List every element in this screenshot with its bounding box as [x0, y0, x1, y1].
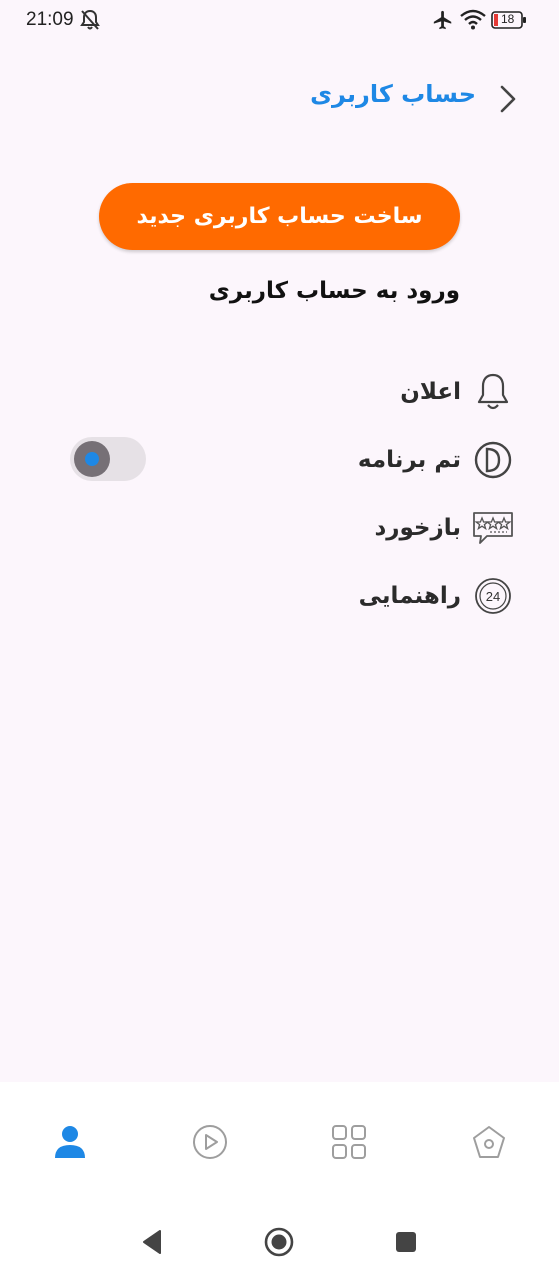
nav-categories[interactable] — [327, 1122, 371, 1166]
settings-item-label: بازخورد — [374, 515, 461, 541]
nav-home[interactable] — [467, 1122, 511, 1166]
bottom-nav — [0, 1082, 559, 1208]
triangle-back-icon — [140, 1229, 164, 1259]
settings-item-notification[interactable]: اعلان — [400, 368, 515, 416]
settings-item-label: راهنمایی — [358, 583, 461, 609]
feedback-icon — [471, 506, 515, 550]
system-back-button[interactable] — [136, 1228, 168, 1260]
settings-item-theme[interactable]: تم برنامه — [358, 436, 515, 484]
toggle-dot — [85, 452, 99, 466]
nav-video[interactable] — [188, 1122, 232, 1166]
circle-home-icon — [263, 1226, 295, 1262]
notifications-off-icon — [80, 9, 100, 31]
system-nav-bar — [0, 1208, 559, 1280]
create-account-button[interactable]: ساخت حساب کاربری جدید — [99, 183, 460, 250]
back-chevron-icon[interactable] — [496, 84, 520, 114]
settings-item-feedback[interactable]: بازخورد — [374, 504, 515, 552]
status-bar: 21:09 18 — [0, 0, 559, 42]
nav-profile[interactable] — [48, 1122, 92, 1166]
theme-icon — [471, 438, 515, 482]
settings-item-help[interactable]: 24 راهنمایی — [359, 572, 515, 620]
bell-icon — [471, 370, 515, 414]
grid-icon — [331, 1124, 367, 1164]
system-recents-button[interactable] — [390, 1228, 422, 1260]
square-recents-icon — [394, 1230, 418, 1258]
settings-item-label: تم برنامه — [357, 447, 461, 473]
system-home-button[interactable] — [263, 1226, 295, 1262]
page-title: حساب کاربری — [310, 80, 476, 108]
home-icon — [471, 1124, 507, 1164]
theme-toggle[interactable] — [70, 437, 146, 481]
play-circle-icon — [192, 1124, 228, 1164]
settings-item-label: اعلان — [400, 379, 461, 405]
support-24-icon: 24 — [471, 574, 515, 618]
login-link[interactable]: ورود به حساب کاربری — [209, 278, 460, 304]
wifi-icon — [460, 9, 486, 31]
status-time: 21:09 — [26, 9, 74, 30]
toggle-knob — [74, 441, 110, 477]
airplane-icon — [432, 9, 454, 31]
battery-level: 18 — [501, 12, 515, 26]
support-24-label: 24 — [486, 589, 500, 604]
person-icon — [53, 1124, 87, 1164]
